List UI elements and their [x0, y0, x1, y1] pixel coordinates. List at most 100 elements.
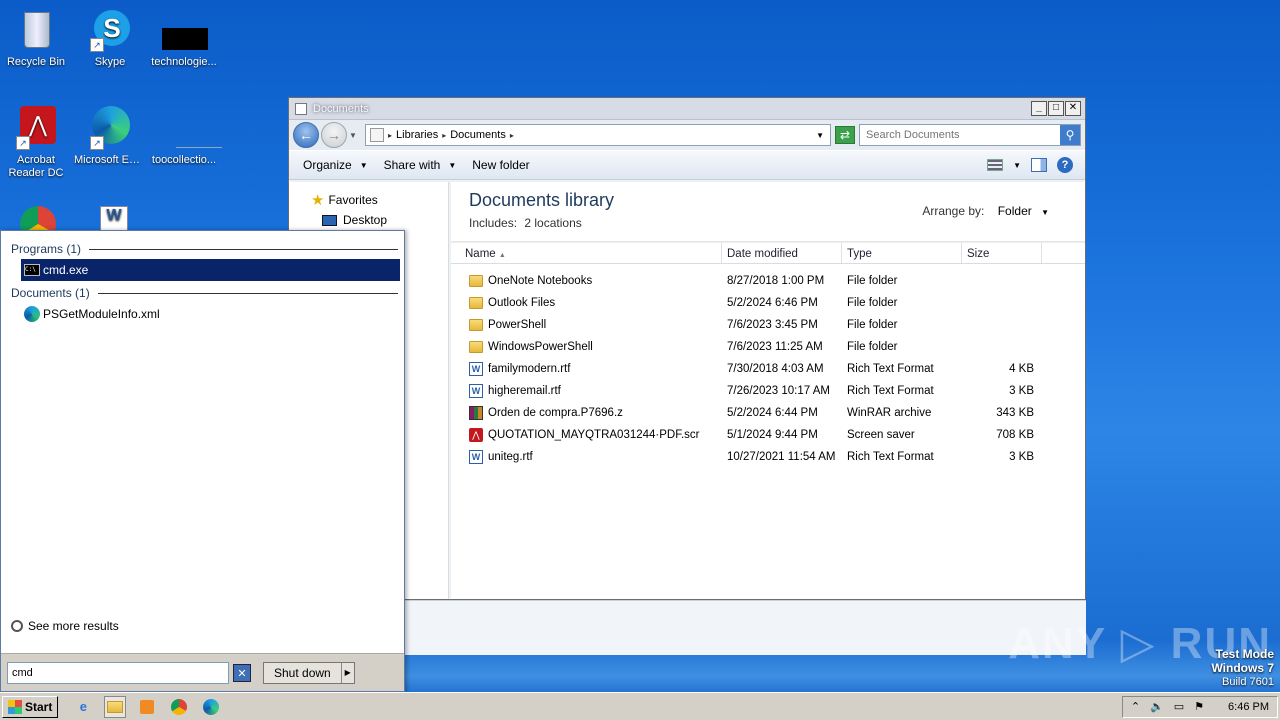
file-name-cell: ⋀ QUOTATION_MAYQTRA031244·PDF.scr [451, 428, 722, 442]
file-type-cell: File folder [847, 319, 898, 331]
file-row[interactable]: Whigheremail.rtf 7/26/2023 10:17 AM Rich T… [451, 380, 1085, 402]
chevron-right-icon[interactable]: ▸ [442, 131, 446, 140]
chevron-right-icon[interactable]: ▸ [388, 131, 392, 140]
title-bar[interactable]: Documents _ □ ✕ [289, 98, 1085, 120]
refresh-button[interactable]: ⇄ [835, 126, 855, 144]
search-input[interactable] [860, 129, 1060, 141]
sort-ascending-icon: ▲ [498, 252, 506, 259]
column-name[interactable]: Name ▲ [451, 243, 722, 263]
taskbar-explorer-icon[interactable] [104, 695, 127, 718]
start-menu[interactable]: Programs (1) C:\ cmd.exe Documents (1) P… [0, 230, 405, 692]
file-date-cell: 5/2/2024 6:46 PM [727, 297, 818, 309]
file-size-cell: 3 KB [1009, 385, 1034, 397]
address-bar[interactable]: ▸ Libraries ▸ Documents ▸ ▼ [365, 124, 831, 146]
file-date-cell: 7/30/2018 4:03 AM [727, 363, 824, 375]
file-name-cell: WindowsPowerShell [451, 341, 722, 353]
file-row[interactable]: WindowsPowerShell 7/6/2023 11:25 AM File f… [451, 336, 1085, 358]
file-row[interactable]: Orden de compra.P7696.z 5/2/2024 6:44 PM W… [451, 402, 1085, 424]
file-name-cell: PowerShell [451, 319, 722, 331]
file-type-cell: File folder [847, 297, 898, 309]
breadcrumb-libraries[interactable]: Libraries [396, 129, 438, 141]
file-size-cell: 3 KB [1009, 451, 1034, 463]
forward-button[interactable]: → [321, 122, 347, 148]
file-size-cell: 708 KB [996, 429, 1034, 441]
rtf-icon: W [469, 384, 483, 398]
desktop-icon-technologie[interactable]: technologie... [148, 8, 220, 69]
start-search-box[interactable] [7, 661, 229, 684]
chevron-right-icon[interactable]: ▶ [342, 668, 354, 677]
organize-button[interactable]: Organize ▼ [295, 158, 376, 172]
test-mode-label: Test Mode Windows 7 Build 7601 [1211, 647, 1274, 689]
maximize-button[interactable]: □ [1048, 101, 1064, 116]
desktop-icon-recycle-bin[interactable]: Recycle Bin [0, 8, 72, 69]
clear-search-icon[interactable]: ✕ [233, 663, 251, 682]
file-date-cell: 7/6/2023 3:45 PM [727, 319, 818, 331]
taskbar-ie-icon[interactable]: e [72, 696, 94, 718]
desktop-icon-skype[interactable]: S ↗ Skype [74, 8, 146, 69]
start-button[interactable]: Start [2, 695, 59, 718]
taskbar-media-player-icon[interactable] [136, 696, 158, 718]
search-icon[interactable]: ⚲ [1060, 125, 1080, 145]
library-icon [370, 128, 384, 142]
file-list-pane[interactable]: Documents library Includes: 2 locations … [451, 182, 1085, 599]
chevron-right-icon[interactable]: ▸ [510, 131, 514, 140]
desktop-icon-edge[interactable]: ↗ Microsoft Edge [74, 106, 146, 167]
new-folder-button[interactable]: New folder [464, 158, 537, 172]
action-center-flag-icon[interactable]: ⚑ [1194, 700, 1204, 713]
chevron-down-icon[interactable]: ▼ [1041, 208, 1049, 217]
arrange-by: Arrange by: Folder ▼ [922, 204, 1049, 218]
folder-icon [469, 319, 483, 331]
file-row[interactable]: ⋀ QUOTATION_MAYQTRA031244·PDF.scr 5/1/2024… [451, 424, 1085, 446]
desktop-icon [322, 214, 337, 226]
nav-item-desktop[interactable]: Desktop [289, 210, 448, 230]
file-size-cell: 343 KB [996, 407, 1034, 419]
history-dropdown[interactable]: ▼ [349, 131, 359, 140]
share-with-button[interactable]: Share with ▼ [376, 158, 465, 172]
explorer-window[interactable]: Documents _ □ ✕ ← → ▼ ▸ Libraries ▸ Docu… [288, 97, 1086, 600]
search-icon [11, 620, 23, 632]
file-row[interactable]: Wuniteg.rtf 10/27/2021 11:54 AM Rich Text … [451, 446, 1085, 468]
file-date-cell: 5/1/2024 9:44 PM [727, 429, 818, 441]
desktop-icon-acrobat[interactable]: ⋀ ↗ Acrobat Reader DC [0, 106, 72, 180]
window-title: Documents [313, 102, 369, 115]
search-box[interactable]: ⚲ [859, 124, 1081, 146]
chevron-down-icon: ▼ [448, 160, 457, 170]
taskbar-edge-icon[interactable] [200, 696, 222, 718]
file-row[interactable]: Wfamilymodern.rtf 7/30/2018 4:03 AM Rich T… [451, 358, 1085, 380]
nav-item-favorites[interactable]: ★ Favorites [289, 190, 448, 210]
see-more-results-link[interactable]: See more results [11, 619, 119, 633]
close-button[interactable]: ✕ [1065, 101, 1081, 116]
column-date-modified[interactable]: Date modified [722, 243, 842, 263]
column-headers: Name ▲ Date modified Type Size [451, 242, 1085, 264]
edge-icon [24, 306, 40, 322]
minimize-button[interactable]: _ [1031, 101, 1047, 116]
network-icon[interactable]: ▭ [1174, 700, 1184, 713]
search-result-cmd[interactable]: C:\ cmd.exe [21, 259, 400, 281]
file-row[interactable]: OneNote Notebooks 8/27/2018 1:00 PM File f… [451, 270, 1085, 292]
skype-icon: S ↗ [88, 8, 132, 52]
help-icon[interactable]: ? [1057, 157, 1073, 173]
taskbar-chrome-icon[interactable] [168, 696, 190, 718]
desktop-icon-toocollection[interactable]: toocollectio... [148, 106, 222, 167]
shutdown-button[interactable]: Shut down ▶ [263, 661, 355, 684]
column-size[interactable]: Size [962, 243, 1042, 263]
address-dropdown[interactable]: ▼ [810, 131, 830, 140]
file-name-cell: Wfamilymodern.rtf [451, 362, 722, 376]
preview-pane-icon[interactable] [1031, 158, 1047, 172]
start-search-input[interactable] [12, 666, 228, 679]
file-date-cell: 10/27/2021 11:54 AM [727, 451, 836, 463]
column-type[interactable]: Type [842, 243, 962, 263]
arrange-by-dropdown[interactable]: Folder [998, 204, 1032, 218]
breadcrumb-documents[interactable]: Documents [450, 129, 506, 141]
view-options-icon[interactable] [987, 159, 1004, 171]
file-row[interactable]: Outlook Files 5/2/2024 6:46 PM File folder [451, 292, 1085, 314]
chevron-down-icon[interactable]: ▼ [1013, 161, 1021, 170]
search-result-psgetmoduleinfo[interactable]: PSGetModuleInfo.xml [21, 303, 400, 325]
back-button[interactable]: ← [293, 122, 319, 148]
clock[interactable]: 6:46 PM [1228, 701, 1269, 713]
show-hidden-icons-icon[interactable]: ⌃ [1131, 700, 1140, 713]
folder-icon [469, 275, 483, 287]
locations-link[interactable]: 2 locations [524, 216, 581, 230]
volume-icon[interactable]: 🔈 [1150, 700, 1164, 713]
file-row[interactable]: PowerShell 7/6/2023 3:45 PM File folder [451, 314, 1085, 336]
